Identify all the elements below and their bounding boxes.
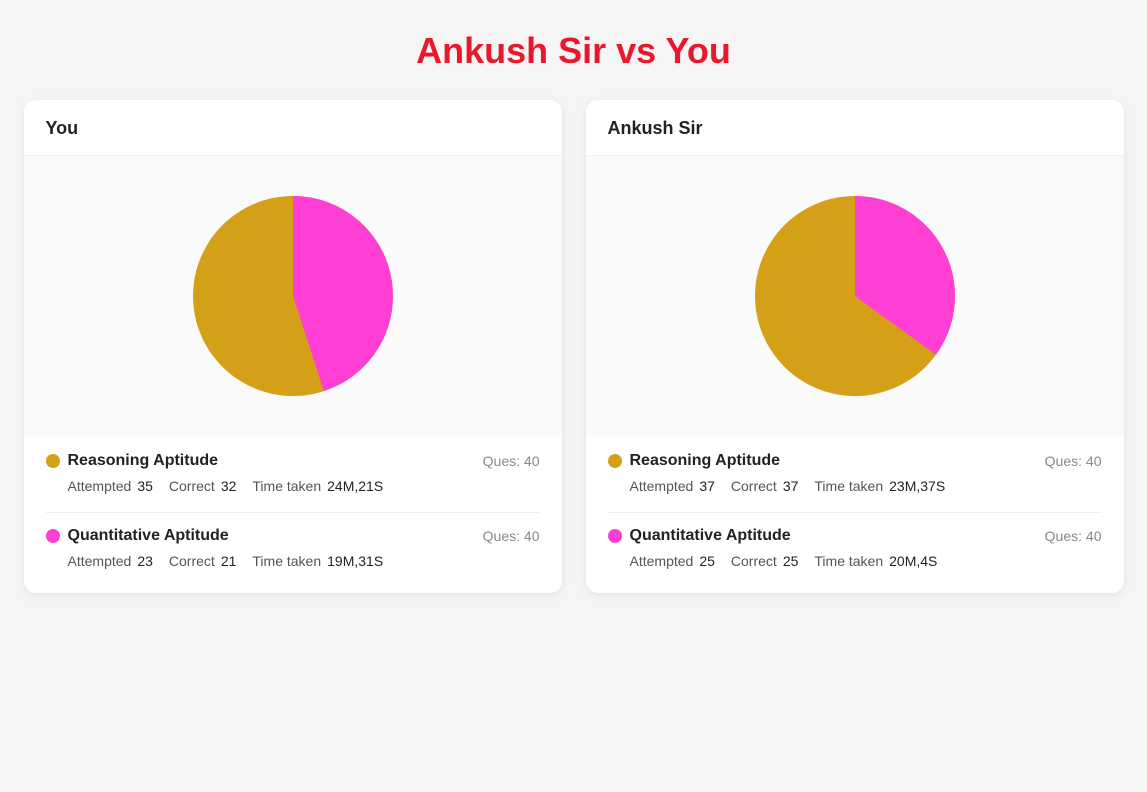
ankush-quantitative-header: Quantitative Aptitude Ques: 40 bbox=[608, 527, 1102, 545]
cards-container: You bbox=[24, 100, 1124, 593]
ankush-stats-section: Reasoning Aptitude Ques: 40 Attempted 37… bbox=[586, 436, 1124, 593]
ankush-divider bbox=[608, 512, 1102, 513]
you-quantitative-title: Quantitative Aptitude bbox=[68, 527, 229, 545]
ankush-reasoning-details: Attempted 37 Correct 37 Time taken 23M,3… bbox=[608, 478, 1102, 494]
you-quantitative-details: Attempted 23 Correct 21 Time taken 19M,3… bbox=[46, 553, 540, 569]
you-quantitative-header: Quantitative Aptitude Ques: 40 bbox=[46, 527, 540, 545]
ankush-chart-area bbox=[586, 156, 1124, 436]
you-reasoning-details: Attempted 35 Correct 32 Time taken 24M,2… bbox=[46, 478, 540, 494]
page-title: Ankush Sir vs You bbox=[416, 30, 731, 72]
ankush-reasoning-title-row: Reasoning Aptitude bbox=[608, 452, 781, 470]
you-stats-section: Reasoning Aptitude Ques: 40 Attempted 35… bbox=[24, 436, 562, 593]
you-quantitative-dot bbox=[46, 529, 60, 543]
you-chart-area bbox=[24, 156, 562, 436]
ankush-card: Ankush Sir Reasoning Aptitude bbox=[586, 100, 1124, 593]
you-reasoning-dot bbox=[46, 454, 60, 468]
ankush-reasoning-block: Reasoning Aptitude Ques: 40 Attempted 37… bbox=[608, 452, 1102, 494]
ankush-quantitative-details: Attempted 25 Correct 25 Time taken 20M,4… bbox=[608, 553, 1102, 569]
you-pie-chart bbox=[183, 186, 403, 406]
ankush-reasoning-title: Reasoning Aptitude bbox=[630, 452, 781, 470]
you-reasoning-header: Reasoning Aptitude Ques: 40 bbox=[46, 452, 540, 470]
you-reasoning-block: Reasoning Aptitude Ques: 40 Attempted 35… bbox=[46, 452, 540, 494]
you-quantitative-ques: Ques: 40 bbox=[483, 528, 540, 544]
ankush-quantitative-block: Quantitative Aptitude Ques: 40 Attempted… bbox=[608, 527, 1102, 569]
you-quantitative-title-row: Quantitative Aptitude bbox=[46, 527, 229, 545]
you-reasoning-ques: Ques: 40 bbox=[483, 453, 540, 469]
ankush-reasoning-dot bbox=[608, 454, 622, 468]
ankush-quantitative-title: Quantitative Aptitude bbox=[630, 527, 791, 545]
you-reasoning-title: Reasoning Aptitude bbox=[68, 452, 219, 470]
you-reasoning-title-row: Reasoning Aptitude bbox=[46, 452, 219, 470]
ankush-reasoning-ques: Ques: 40 bbox=[1045, 453, 1102, 469]
ankush-reasoning-header: Reasoning Aptitude Ques: 40 bbox=[608, 452, 1102, 470]
ankush-quantitative-ques: Ques: 40 bbox=[1045, 528, 1102, 544]
you-quantitative-block: Quantitative Aptitude Ques: 40 Attempted… bbox=[46, 527, 540, 569]
ankush-pie-chart bbox=[745, 186, 965, 406]
you-card-header: You bbox=[24, 100, 562, 156]
you-divider bbox=[46, 512, 540, 513]
ankush-quantitative-dot bbox=[608, 529, 622, 543]
ankush-quantitative-title-row: Quantitative Aptitude bbox=[608, 527, 791, 545]
ankush-card-header: Ankush Sir bbox=[586, 100, 1124, 156]
you-card: You bbox=[24, 100, 562, 593]
